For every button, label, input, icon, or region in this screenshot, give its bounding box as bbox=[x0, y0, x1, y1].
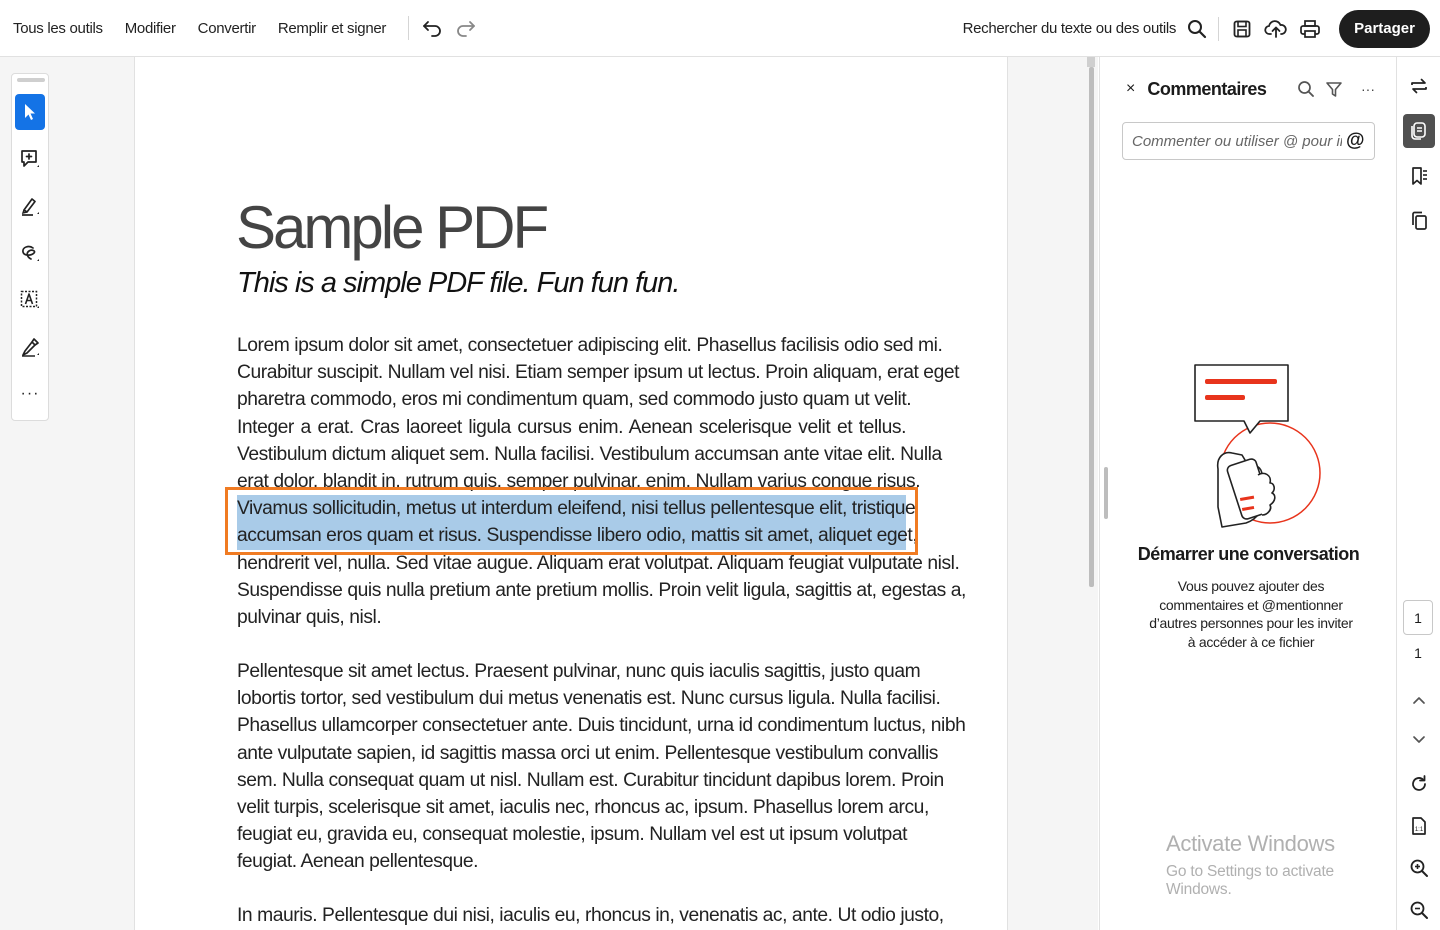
main-menu: Tous les outils Modifier Convertir Rempl… bbox=[0, 0, 483, 56]
bookmark-icon[interactable] bbox=[1403, 159, 1435, 193]
pdf-subtitle: This is a simple PDF file. Fun fun fun. bbox=[237, 267, 680, 299]
add-comment-icon[interactable] bbox=[15, 141, 45, 177]
mention-icon[interactable]: @ bbox=[1346, 130, 1365, 152]
conversation-illustration-icon bbox=[1194, 364, 1321, 528]
zoom-in-icon[interactable] bbox=[1403, 851, 1435, 885]
convert-icon[interactable] bbox=[1403, 69, 1435, 103]
chevron-down-icon[interactable] bbox=[1403, 723, 1435, 757]
share-button[interactable]: Partager bbox=[1339, 9, 1430, 48]
comments-panel-icon[interactable] bbox=[1403, 114, 1435, 148]
text-line[interactable]: pulvinar quis, nisl. bbox=[237, 604, 906, 631]
text-line[interactable]: Pellentesque sit amet lectus. Praesent p… bbox=[237, 658, 921, 685]
total-pages: 1 bbox=[1414, 645, 1422, 661]
pages-icon[interactable] bbox=[1403, 204, 1435, 238]
left-tool-area: ··· bbox=[0, 57, 135, 930]
text-line[interactable]: feugiat eu, gravida eu, consequat molest… bbox=[237, 821, 907, 848]
select-tool-icon[interactable] bbox=[15, 94, 45, 130]
toolbar-divider bbox=[408, 16, 410, 40]
top-toolbar: Tous les outils Modifier Convertir Rempl… bbox=[0, 0, 1440, 57]
menu-fill-sign[interactable]: Remplir et signer bbox=[278, 20, 387, 37]
comment-input[interactable] bbox=[1132, 132, 1342, 150]
text-line[interactable]: Curabitur suscipit. Nullam vel nisi. Eti… bbox=[237, 359, 959, 386]
text-line[interactable]: Integer a erat. Cras laoreet ligula curs… bbox=[237, 414, 906, 441]
toolbar-divider bbox=[1218, 16, 1220, 41]
filter-icon[interactable] bbox=[1317, 72, 1351, 106]
lasso-draw-icon[interactable] bbox=[15, 235, 45, 271]
document-scrollbar[interactable] bbox=[1087, 57, 1095, 930]
pdf-title: Sample PDF bbox=[236, 194, 549, 261]
redo-icon[interactable] bbox=[449, 11, 483, 45]
svg-text:1:1: 1:1 bbox=[1415, 827, 1424, 833]
right-rail: 1 1 1:1 bbox=[1396, 57, 1440, 930]
chevron-up-icon[interactable] bbox=[1403, 683, 1435, 717]
text-line[interactable]: Lorem ipsum dolor sit amet, consectetuer… bbox=[237, 332, 943, 359]
text-line[interactable]: velit turpis, scelerisque sit amet, iacu… bbox=[237, 794, 929, 821]
menu-edit[interactable]: Modifier bbox=[125, 20, 176, 37]
text-line[interactable]: ante vulputate sapien, id sagittis massa… bbox=[237, 740, 938, 767]
menu-convert[interactable]: Convertir bbox=[198, 20, 256, 37]
comments-title: Commentaires bbox=[1147, 78, 1267, 99]
current-page-input[interactable]: 1 bbox=[1403, 600, 1433, 635]
cloud-upload-icon[interactable] bbox=[1259, 12, 1293, 46]
quick-tools-rail: ··· bbox=[11, 73, 49, 421]
comment-input-box[interactable]: @ bbox=[1122, 122, 1375, 160]
text-line[interactable]: lobortis tortor, sed vestibulum dui metu… bbox=[237, 685, 941, 712]
paragraph-2[interactable]: Pellentesque sit amet lectus. Praesent p… bbox=[237, 658, 966, 876]
paragraph-3[interactable]: In mauris. Pellentesque dui nisi, iaculi… bbox=[237, 902, 944, 929]
text-line[interactable]: sem. Nulla consequat quam ut nisl. Nulla… bbox=[237, 767, 944, 794]
toolbar-right: Rechercher du texte ou des outils Partag… bbox=[963, 0, 1430, 57]
more-options-icon[interactable]: ··· bbox=[1351, 72, 1385, 106]
scrollbar-cap bbox=[1087, 57, 1095, 67]
scrollbar-thumb[interactable] bbox=[1089, 67, 1094, 587]
text-line[interactable]: pharetra commodo, eros mi condimentum qu… bbox=[237, 386, 912, 413]
text-line[interactable]: Suspendisse quis nulla pretium ante pret… bbox=[237, 577, 966, 604]
comments-header: × Commentaires ··· bbox=[1100, 71, 1397, 107]
empty-state-heading: Démarrer une conversation bbox=[1137, 544, 1360, 564]
search-icon[interactable] bbox=[1180, 12, 1214, 46]
text-box-icon[interactable] bbox=[15, 282, 45, 318]
search-tools-label[interactable]: Rechercher du texte ou des outils bbox=[963, 20, 1177, 37]
text-line[interactable]: Phasellus ullamcorper consectetuer ante.… bbox=[237, 712, 966, 739]
close-icon[interactable]: × bbox=[1126, 80, 1135, 98]
panel-resize-handle[interactable] bbox=[1104, 467, 1108, 519]
comments-panel: × Commentaires ··· @ Démarrer une conver… bbox=[1099, 57, 1396, 930]
pdf-page[interactable]: Sample PDF This is a simple PDF file. Fu… bbox=[135, 57, 1008, 930]
empty-state-description: Vous pouvez ajouter des commentaires et … bbox=[1149, 578, 1353, 650]
text-line[interactable]: feugiat. Aenean pellentesque. bbox=[237, 848, 906, 875]
zoom-out-icon[interactable] bbox=[1403, 893, 1435, 927]
more-tools-icon[interactable]: ··· bbox=[15, 376, 45, 412]
save-icon[interactable] bbox=[1225, 12, 1259, 46]
highlight-pen-icon[interactable] bbox=[15, 188, 45, 224]
windows-watermark-subtitle: Go to Settings to activate Windows. bbox=[1166, 863, 1334, 898]
page-fit-icon[interactable]: 1:1 bbox=[1403, 809, 1435, 843]
undo-icon[interactable] bbox=[415, 11, 449, 45]
fill-sign-icon[interactable] bbox=[15, 329, 45, 365]
paragraph-1[interactable]: Lorem ipsum dolor sit amet, consectetuer… bbox=[237, 332, 966, 631]
text-line[interactable]: In mauris. Pellentesque dui nisi, iaculi… bbox=[237, 902, 944, 929]
rotate-icon[interactable] bbox=[1403, 767, 1435, 801]
text-line[interactable]: Vestibulum dictum aliquet sem. Nulla fac… bbox=[237, 441, 942, 468]
print-icon[interactable] bbox=[1293, 12, 1327, 46]
menu-all-tools[interactable]: Tous les outils bbox=[13, 20, 103, 37]
selection-outline bbox=[225, 487, 918, 555]
windows-watermark-title: Activate Windows bbox=[1166, 831, 1335, 856]
document-viewport[interactable]: Sample PDF This is a simple PDF file. Fu… bbox=[135, 57, 1098, 930]
drag-handle[interactable] bbox=[17, 78, 45, 82]
